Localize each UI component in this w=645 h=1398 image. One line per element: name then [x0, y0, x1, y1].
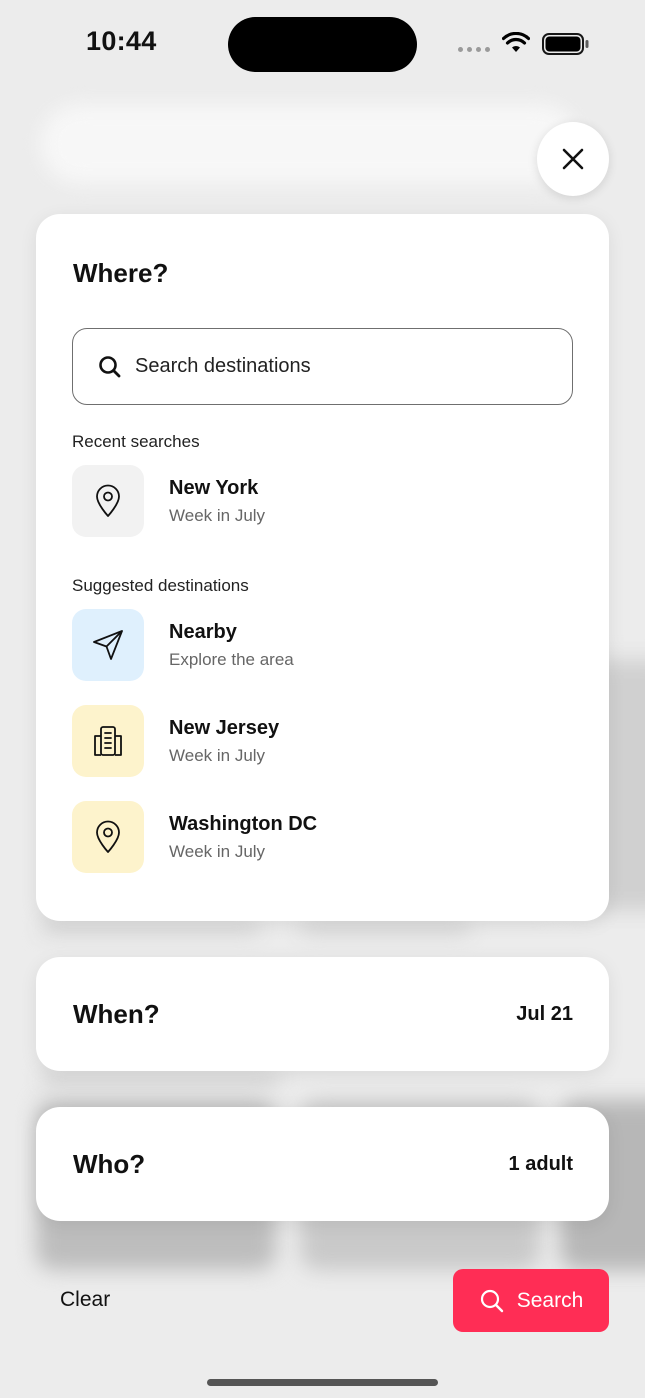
background-text	[40, 1072, 280, 1086]
destination-name: New York	[169, 476, 259, 499]
destination-subtitle: Week in July	[169, 505, 266, 525]
navigation-arrow-icon	[72, 609, 144, 681]
destination-subtitle: Week in July	[169, 745, 266, 765]
search-destinations-input[interactable]: Search destinations	[72, 328, 573, 405]
suggested-destinations-label: Suggested destinations	[72, 576, 249, 595]
destination-name: Nearby	[169, 620, 237, 643]
dynamic-island	[228, 17, 417, 72]
destination-subtitle: Week in July	[169, 841, 266, 861]
who-panel[interactable]: Who? 1 adult	[36, 1107, 609, 1221]
destination-subtitle: Explore the area	[169, 649, 294, 669]
location-pin-icon	[72, 465, 144, 537]
where-panel: Where? Search destinations Recent search…	[36, 214, 609, 921]
suggested-item-washington-dc[interactable]: Washington DC Week in July	[72, 801, 573, 873]
wifi-icon	[502, 32, 530, 52]
when-value: Jul 21	[516, 1002, 573, 1025]
who-title: Who?	[73, 1148, 146, 1179]
destination-name: New Jersey	[169, 716, 280, 739]
when-title: When?	[73, 998, 160, 1029]
background-text	[300, 920, 470, 934]
building-icon	[72, 705, 144, 777]
close-button[interactable]	[537, 122, 609, 196]
who-value: 1 adult	[508, 1152, 573, 1175]
battery-icon	[542, 33, 589, 55]
search-icon	[97, 354, 123, 380]
cellular-signal-icon	[458, 47, 490, 52]
search-placeholder: Search destinations	[135, 355, 311, 377]
clear-button[interactable]: Clear	[60, 1288, 110, 1312]
recent-searches-label: Recent searches	[72, 432, 200, 451]
search-icon	[480, 1289, 503, 1312]
recent-item-new-york[interactable]: New York Week in July	[72, 465, 573, 537]
search-button[interactable]: Search	[453, 1269, 609, 1332]
home-indicator	[207, 1379, 438, 1386]
background-search-bar	[40, 104, 580, 184]
status-bar: 10:44	[0, 0, 645, 88]
suggested-item-nearby[interactable]: Nearby Explore the area	[72, 609, 573, 681]
status-time: 10:44	[86, 26, 157, 56]
background-text	[40, 920, 260, 934]
when-panel[interactable]: When? Jul 21	[36, 957, 609, 1071]
location-pin-icon	[72, 801, 144, 873]
close-icon	[562, 148, 584, 170]
where-title: Where?	[73, 258, 169, 288]
destination-name: Washington DC	[169, 812, 318, 835]
suggested-item-new-jersey[interactable]: New Jersey Week in July	[72, 705, 573, 777]
search-button-label: Search	[516, 1288, 584, 1312]
